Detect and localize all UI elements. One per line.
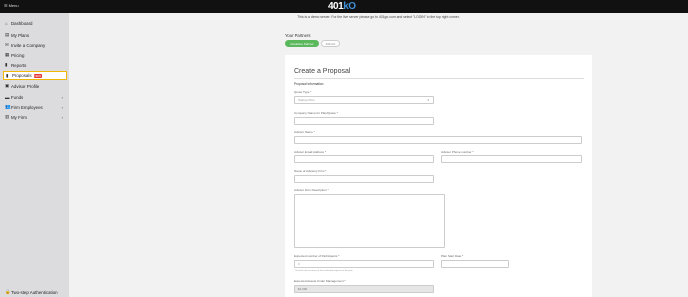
assets-input[interactable]: $1,000 <box>294 285 434 293</box>
firm-name-label: Name of Advisory Firm * <box>294 169 327 173</box>
sidebar-item-my-firm[interactable]: ▥ My Firm › <box>5 113 67 121</box>
new-badge: NEW <box>33 73 43 78</box>
sidebar-item-label: Dashboard <box>11 20 33 26</box>
sidebar-item-label: Funds <box>11 94 24 100</box>
chevron-right-icon: › <box>61 104 63 110</box>
sidebar-item-label: Firm Employees <box>11 104 43 110</box>
advisor-name-input[interactable] <box>294 136 582 144</box>
sidebar-item-funds[interactable]: ▬ Funds › <box>5 93 67 101</box>
assets-value: $1,000 <box>298 287 308 291</box>
demo-notice: This is a demo server. For the live serv… <box>297 15 460 19</box>
advisor-phone-label: Advisor Phone number * <box>441 150 474 154</box>
quote-type-select[interactable]: Startup Plan ▾ <box>294 96 434 104</box>
sidebar-item-proposals[interactable]: ▮ Proposals NEW <box>3 71 67 80</box>
sidebar-item-label: Pricing <box>11 52 25 58</box>
quote-type-label: Quote Type * <box>294 90 312 94</box>
partners-label: Your Partners <box>285 33 311 38</box>
logo-o: O <box>348 1 356 12</box>
participants-label: Expected number of Participants * <box>294 254 340 258</box>
sidebar-item-reports[interactable]: ▮ Reports <box>5 61 67 69</box>
chevron-down-icon: ▾ <box>427 98 429 102</box>
two-step-auth-label: Two-step Authentication <box>11 289 58 295</box>
two-step-auth-link[interactable]: 🔒 Two-step Authentication <box>5 289 58 295</box>
section-label: Proposal Information <box>294 82 324 86</box>
proposal-form-card: Create a Proposal Proposal Information Q… <box>285 55 592 297</box>
partner-pill-401go[interactable]: 401GO <box>321 40 340 47</box>
sidebar-item-invite-company[interactable]: ✉ Invite a Company <box>5 41 67 49</box>
sidebar-item-label: Proposals <box>12 73 32 78</box>
quote-type-value: Startup Plan <box>298 98 315 102</box>
start-date-input[interactable] <box>441 260 509 268</box>
firm-name-input[interactable] <box>294 175 434 183</box>
sidebar-item-advisor-profile[interactable]: ▣ Advisor Profile <box>5 82 67 90</box>
advisor-email-input[interactable] <box>294 155 434 163</box>
logo-text: 401 <box>328 1 344 12</box>
assets-label: Expected Assets Under Management * <box>294 279 346 283</box>
menu-label: Menu <box>8 3 19 8</box>
sidebar-item-dashboard[interactable]: ⌂ Dashboard <box>5 19 67 27</box>
sidebar-item-label: Reports <box>11 62 27 68</box>
page-title: Create a Proposal <box>294 68 351 75</box>
chevron-right-icon: › <box>61 114 63 120</box>
top-bar: ☰ Menu 401kO <box>0 0 688 13</box>
company-name-input[interactable] <box>294 117 434 125</box>
menu-button[interactable]: ☰ Menu <box>4 3 19 8</box>
company-name-label: Company Name for Plan/Quote * <box>294 111 338 115</box>
advisor-email-label: Advisor Email Address * <box>294 150 327 154</box>
sidebar-item-firm-employees[interactable]: 👥 Firm Employees › <box>5 103 67 111</box>
sidebar-item-label: Invite a Company <box>11 42 46 48</box>
sidebar-item-label: Advisor Profile <box>11 83 40 89</box>
partner-pill-guideline[interactable]: Guideline Partner <box>285 40 319 47</box>
divider <box>294 78 584 79</box>
sidebar: ⌂ Dashboard ▤ My Plans ✉ Invite a Compan… <box>0 13 69 297</box>
app-logo[interactable]: 401kO <box>328 1 356 12</box>
advisor-name-label: Advisor Name * <box>294 130 315 134</box>
sidebar-item-label: My Firm <box>11 114 27 120</box>
firm-description-label: Advisor Firm Description * <box>294 188 329 192</box>
firm-description-textarea[interactable] <box>294 194 445 248</box>
advisor-phone-input[interactable] <box>441 155 582 163</box>
participants-input[interactable]: 0 <box>294 260 434 268</box>
sidebar-item-label: My Plans <box>11 32 30 38</box>
sidebar-item-my-plans[interactable]: ▤ My Plans <box>5 31 67 39</box>
hamburger-icon: ☰ <box>4 3 8 8</box>
participants-value: 0 <box>298 262 300 266</box>
sidebar-item-pricing[interactable]: ▦ Pricing <box>5 51 67 59</box>
chevron-right-icon: › <box>61 94 63 100</box>
start-date-label: Plan Start Date * <box>441 254 464 258</box>
participants-hint: * Used for the accuracy of the estimated… <box>294 270 353 272</box>
